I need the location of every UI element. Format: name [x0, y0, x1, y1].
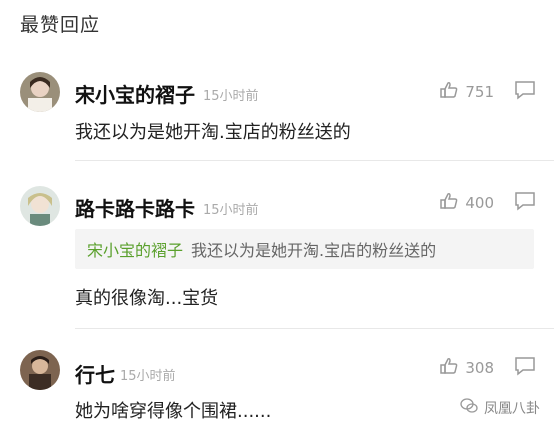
like-button[interactable]: 751: [439, 80, 494, 104]
like-button[interactable]: 400: [439, 191, 494, 215]
divider: [75, 160, 554, 161]
wechat-icon: [460, 398, 478, 418]
thumbs-up-icon: [439, 80, 459, 104]
thumbs-up-icon: [439, 356, 459, 380]
quoted-text: 我还以为是她开淘.宝店的粉丝送的: [191, 241, 437, 260]
comment-time: 15小时前: [203, 89, 259, 104]
comment-time: 15小时前: [120, 369, 176, 384]
commenter-name[interactable]: 行七: [75, 359, 115, 388]
avatar[interactable]: [20, 350, 60, 390]
commenter-name[interactable]: 路卡路卡路卡: [75, 193, 195, 222]
watermark-text: 凤凰八卦: [484, 401, 540, 417]
comment-text: 真的很像淘...宝货: [75, 288, 219, 309]
avatar[interactable]: [20, 186, 60, 226]
comment-bubble-icon[interactable]: [514, 356, 536, 380]
watermark: 凤凰八卦: [460, 398, 540, 418]
section-title: 最赞回应: [20, 14, 101, 36]
comment-bubble-icon[interactable]: [514, 80, 536, 104]
commenter-name[interactable]: 宋小宝的褶子: [75, 79, 195, 108]
quoted-author[interactable]: 宋小宝的褶子: [87, 237, 183, 261]
like-count: 308: [465, 359, 494, 377]
like-count: 400: [465, 194, 494, 212]
quoted-comment[interactable]: 宋小宝的褶子 我还以为是她开淘.宝店的粉丝送的: [75, 229, 534, 269]
divider: [75, 328, 554, 329]
comment-time: 15小时前: [203, 203, 259, 218]
comment-text: 我还以为是她开淘.宝店的粉丝送的: [75, 122, 351, 143]
comment-bubble-icon[interactable]: [514, 191, 536, 215]
avatar[interactable]: [20, 72, 60, 112]
comment-text: 她为啥穿得像个围裙......: [75, 401, 272, 422]
like-button[interactable]: 308: [439, 356, 494, 380]
thumbs-up-icon: [439, 191, 459, 215]
like-count: 751: [465, 83, 494, 101]
